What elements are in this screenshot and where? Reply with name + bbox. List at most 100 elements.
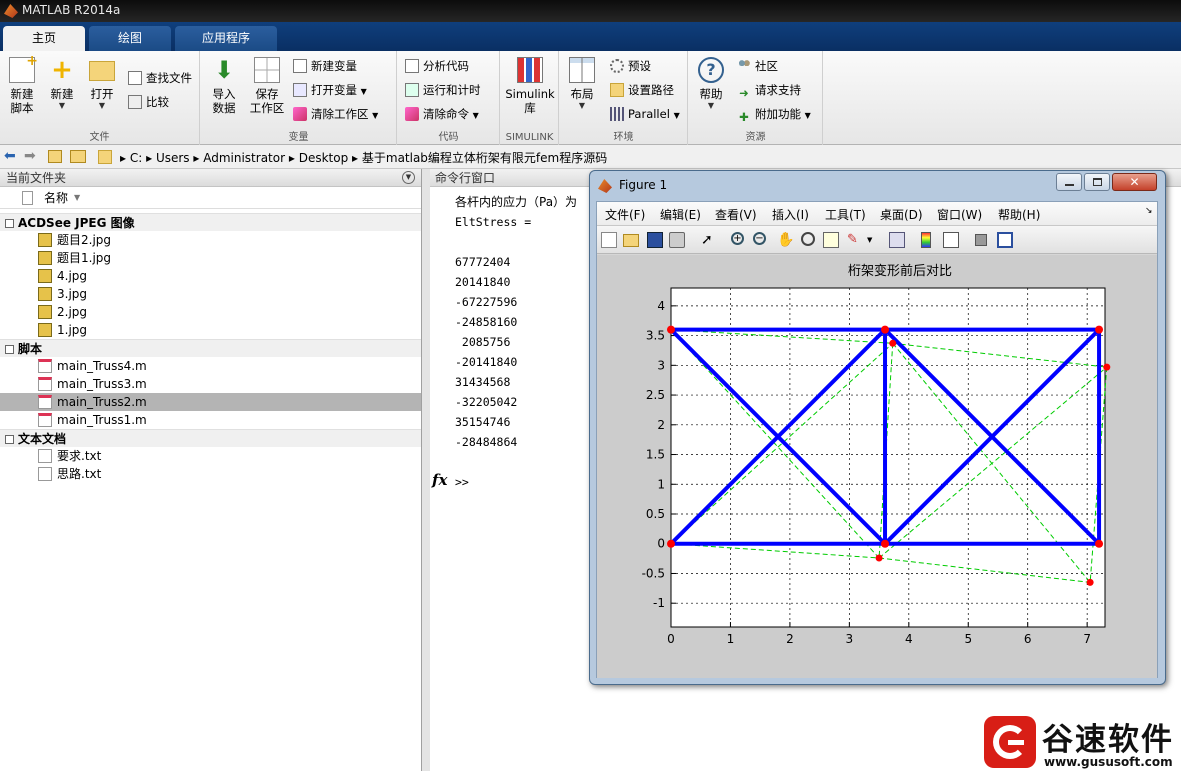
list-item[interactable]: 4.jpg bbox=[0, 267, 421, 285]
minimize-button[interactable] bbox=[1056, 173, 1082, 191]
open-file-icon[interactable] bbox=[623, 234, 639, 247]
rotate-3d-icon[interactable] bbox=[801, 232, 815, 246]
section-text-docs[interactable]: 文本文档 bbox=[0, 429, 421, 447]
show-plot-tools-icon[interactable] bbox=[997, 232, 1013, 248]
new-variable-button[interactable]: 新建变量 bbox=[293, 58, 357, 74]
list-item[interactable]: 题目1.jpg bbox=[0, 249, 421, 267]
simulink-library-button[interactable]: Simulink 库 bbox=[504, 57, 556, 115]
menu-tools[interactable]: 工具(T) bbox=[825, 206, 866, 223]
print-icon[interactable] bbox=[669, 232, 685, 248]
section-scripts[interactable]: 脚本 bbox=[0, 339, 421, 357]
request-support-button[interactable]: ➜ 请求支持 bbox=[737, 82, 801, 100]
list-item[interactable]: 1.jpg bbox=[0, 321, 421, 339]
gususoft-logo-icon bbox=[984, 716, 1036, 768]
breadcrumb-sep: ▸ bbox=[288, 151, 299, 165]
save-workspace-button[interactable]: 保存 工作区 bbox=[247, 57, 287, 115]
pointer-icon[interactable]: ➚ bbox=[701, 232, 717, 248]
preferences-button[interactable]: 预设 bbox=[610, 58, 651, 74]
open-variable-button[interactable]: 打开变量 ▼ bbox=[293, 82, 367, 100]
menu-edit[interactable]: 编辑(E) bbox=[660, 206, 701, 223]
x-tick-label: 4 bbox=[905, 632, 913, 646]
zoom-in-icon[interactable]: + bbox=[731, 232, 744, 245]
command-window-title: 命令行窗口 bbox=[435, 171, 496, 185]
browse-folder-icon[interactable] bbox=[70, 150, 86, 163]
help-button[interactable]: ? 帮助 ▼ bbox=[695, 57, 727, 110]
forward-arrow-icon[interactable]: ➡ bbox=[24, 148, 36, 164]
x-tick-label: 3 bbox=[846, 632, 854, 646]
m-file-icon bbox=[38, 395, 52, 409]
find-files-button[interactable]: 查找文件 bbox=[128, 70, 192, 86]
back-arrow-icon[interactable]: ⬅ bbox=[4, 148, 16, 164]
dock-arrow-icon[interactable]: ↘ bbox=[1145, 206, 1153, 216]
layout-button[interactable]: 布局 ▼ bbox=[564, 57, 600, 110]
list-item[interactable]: 2.jpg bbox=[0, 303, 421, 321]
run-and-time-button[interactable]: 运行和计时 bbox=[405, 82, 481, 98]
menu-view[interactable]: 查看(V) bbox=[715, 206, 757, 223]
parallel-button[interactable]: Parallel ▼ bbox=[610, 106, 680, 124]
clear-commands-button[interactable]: 清除命令 ▼ bbox=[405, 106, 479, 124]
list-item[interactable]: main_Truss1.m bbox=[0, 411, 421, 429]
clear-workspace-button[interactable]: 清除工作区 ▼ bbox=[293, 106, 378, 124]
menu-help[interactable]: 帮助(H) bbox=[998, 206, 1040, 223]
save-icon[interactable] bbox=[647, 232, 663, 248]
menu-file[interactable]: 文件(F) bbox=[605, 206, 645, 223]
original-node-point bbox=[881, 325, 890, 334]
breadcrumb-item[interactable]: Administrator bbox=[203, 151, 285, 165]
import-data-button[interactable]: ⬇ 导入 数据 bbox=[205, 57, 243, 115]
panel-menu-icon[interactable]: ▼ bbox=[402, 171, 415, 184]
menu-window[interactable]: 窗口(W) bbox=[937, 206, 982, 223]
figure-window[interactable]: Figure 1 ✕ 文件(F) 编辑(E) 查看(V) 插入(I) 工具(T)… bbox=[589, 170, 1166, 685]
list-item[interactable]: main_Truss3.m bbox=[0, 375, 421, 393]
community-button[interactable]: 社区 bbox=[737, 58, 778, 74]
add-ons-icon: ✚ bbox=[739, 110, 749, 124]
compare-button[interactable]: 比较 bbox=[128, 94, 169, 110]
menu-insert[interactable]: 插入(I) bbox=[772, 206, 809, 223]
jpeg-icon bbox=[38, 233, 52, 247]
new-label: 新建 bbox=[50, 87, 74, 101]
hide-plot-tools-icon[interactable] bbox=[975, 234, 987, 246]
brush-icon[interactable]: ✎ bbox=[847, 232, 863, 248]
colorbar-icon[interactable] bbox=[921, 232, 931, 248]
legend-icon[interactable] bbox=[943, 232, 959, 248]
tab-apps[interactable]: 应用程序 bbox=[175, 26, 277, 51]
analyze-code-button[interactable]: 分析代码 bbox=[405, 58, 469, 74]
link-plot-icon[interactable] bbox=[889, 232, 905, 248]
chevron-down-icon[interactable]: ▼ bbox=[867, 232, 883, 248]
new-figure-icon[interactable] bbox=[601, 232, 617, 248]
new-script-button[interactable]: + 新建 脚本 bbox=[4, 54, 40, 115]
maximize-button[interactable] bbox=[1084, 173, 1110, 191]
file-name: 3.jpg bbox=[57, 287, 88, 301]
fx-icon[interactable]: fx bbox=[432, 471, 447, 489]
data-cursor-icon[interactable] bbox=[823, 232, 839, 248]
panel-splitter[interactable] bbox=[422, 169, 430, 771]
menu-desktop[interactable]: 桌面(D) bbox=[880, 206, 923, 223]
section-jpeg[interactable]: ACDSee JPEG 图像 bbox=[0, 213, 421, 231]
zoom-out-icon[interactable]: − bbox=[753, 232, 766, 245]
list-item[interactable]: 思路.txt bbox=[0, 465, 421, 483]
breadcrumb-item[interactable]: Desktop bbox=[299, 151, 349, 165]
breadcrumb-item[interactable]: Users bbox=[156, 151, 190, 165]
pan-icon[interactable]: ✋ bbox=[777, 232, 794, 248]
list-item[interactable]: main_Truss4.m bbox=[0, 357, 421, 375]
column-header[interactable]: 名称 ▼ bbox=[0, 187, 421, 209]
watermark-brand: 谷速软件 bbox=[1042, 722, 1174, 758]
breadcrumb-item[interactable]: 基于matlab编程立体桁架有限元fem程序源码 bbox=[362, 151, 607, 165]
m-file-icon bbox=[38, 359, 52, 373]
save-workspace-label: 保存 工作区 bbox=[249, 87, 285, 115]
output-line: EltStress = bbox=[455, 215, 532, 229]
open-button[interactable]: 打开 ▼ bbox=[86, 57, 118, 110]
list-item[interactable]: 题目2.jpg bbox=[0, 231, 421, 249]
command-prompt[interactable]: >> bbox=[455, 475, 469, 489]
list-item-selected[interactable]: main_Truss2.m bbox=[0, 393, 421, 411]
up-folder-icon[interactable] bbox=[48, 150, 62, 163]
set-path-button[interactable]: 设置路径 bbox=[610, 82, 674, 98]
list-item[interactable]: 要求.txt bbox=[0, 447, 421, 465]
add-ons-button[interactable]: ✚ 附加功能 ▼ bbox=[737, 106, 811, 124]
new-button[interactable]: + 新建 ▼ bbox=[46, 57, 78, 110]
y-tick-label: 3 bbox=[657, 358, 665, 372]
tab-plots[interactable]: 绘图 bbox=[89, 26, 171, 51]
list-item[interactable]: 3.jpg bbox=[0, 285, 421, 303]
close-button[interactable]: ✕ bbox=[1112, 173, 1157, 191]
tab-home[interactable]: 主页 bbox=[3, 26, 85, 51]
breadcrumb-item[interactable]: C: bbox=[130, 151, 142, 165]
